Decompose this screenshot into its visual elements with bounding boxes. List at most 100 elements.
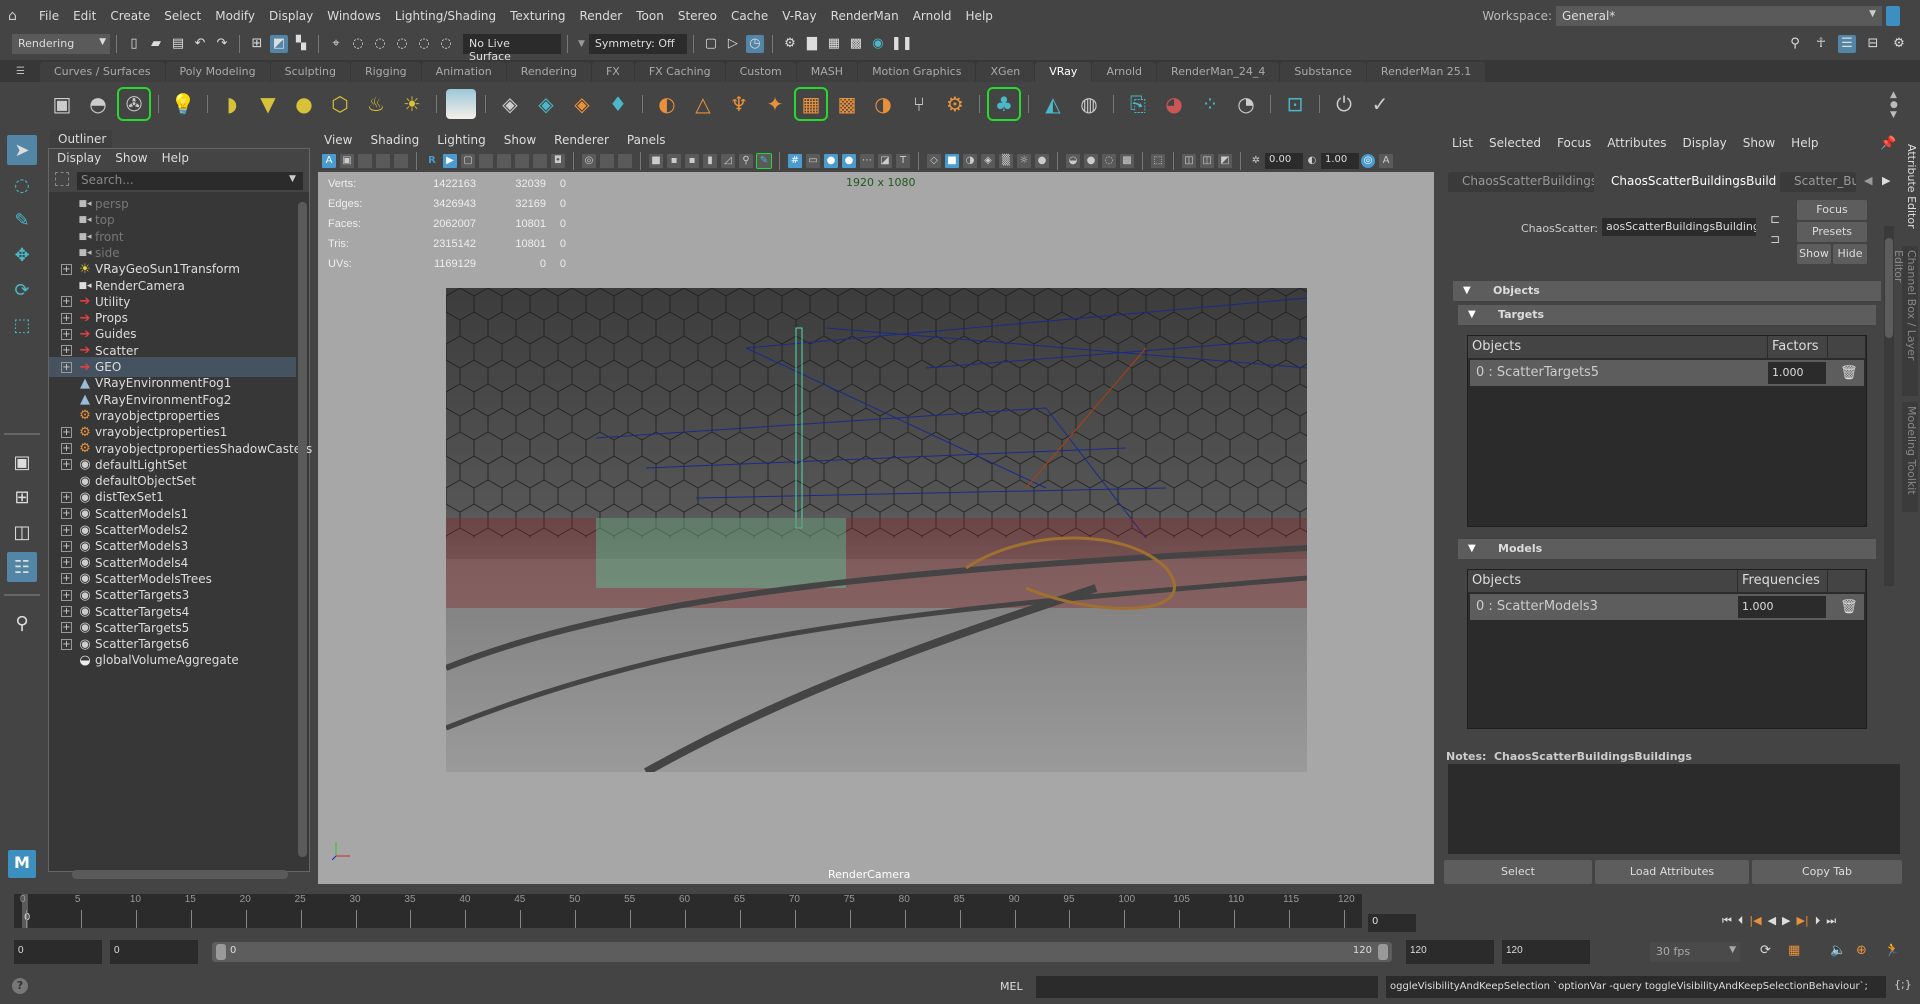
vray-ipr-shelf-icon[interactable]: ✇ (117, 87, 151, 121)
bookmarks-icon[interactable] (358, 154, 372, 168)
node-name-field[interactable]: aosScatterBuildingsBuildings (1602, 218, 1756, 236)
live-surface-field[interactable]: No Live Surface (463, 34, 561, 63)
shelf-tab-curves-surfaces[interactable]: Curves / Surfaces (40, 62, 165, 82)
output-connections-icon[interactable]: ⊐ (1770, 232, 1780, 246)
attribute-editor-icon[interactable]: ☰ (1838, 35, 1856, 53)
xray-mode-icon[interactable]: ◫ (1182, 154, 1196, 168)
paint-select-tool-icon[interactable]: ✎ (7, 205, 37, 235)
animation-start-field[interactable]: 0 (14, 940, 102, 964)
search-input[interactable]: Search... (77, 172, 303, 190)
outliner-menu-help[interactable]: Help (162, 151, 189, 166)
xray-icon[interactable] (479, 154, 493, 168)
key-mode-icon[interactable]: ⊕ (1856, 943, 1867, 958)
shelf-menu-icon[interactable]: ☰ (16, 66, 30, 77)
shelf-tab-vray[interactable]: VRay (1035, 62, 1092, 82)
outliner-menu-show[interactable]: Show (115, 151, 147, 166)
grass-icon[interactable]: ♆ (724, 89, 754, 119)
expand-icon[interactable]: + (61, 459, 72, 471)
menu-renderman[interactable]: RenderMan (824, 9, 906, 23)
proxy-export-icon[interactable]: ◈ (531, 89, 561, 119)
ipr-render-icon[interactable]: ▦ (825, 35, 843, 53)
shelf-tab-poly-modeling[interactable]: Poly Modeling (165, 62, 270, 82)
sun-light-icon[interactable]: ☀ (397, 89, 427, 119)
rotate-tool-icon[interactable]: ⟳ (7, 275, 37, 305)
menu-edit[interactable]: Edit (66, 9, 103, 23)
import-vrscene-icon[interactable]: ⎘ (1123, 89, 1153, 119)
expand-icon[interactable]: + (61, 573, 72, 585)
viewport-menu-panels[interactable]: Panels (627, 133, 666, 147)
snap-curve-icon[interactable]: ◌ (349, 35, 367, 53)
input-ops-icon[interactable]: ▷ (724, 35, 742, 53)
move-tool-icon[interactable]: ✥ (7, 240, 37, 270)
clipper-icon[interactable]: ◑ (868, 89, 898, 119)
command-language-label[interactable]: MEL (1000, 980, 1023, 993)
snap-live-icon[interactable]: ◌ (415, 35, 433, 53)
lock-camera-icon[interactable]: ▪ (667, 154, 681, 168)
isolate-icon[interactable] (600, 154, 614, 168)
ae-menu-focus[interactable]: Focus (1557, 136, 1591, 152)
trash-icon[interactable]: 🗑 (1840, 594, 1858, 620)
default-material-icon[interactable]: ◑ (963, 154, 977, 168)
environment-icon[interactable] (446, 89, 476, 119)
models-section-header[interactable]: ▼ Models (1458, 539, 1876, 559)
ae-menu-list[interactable]: List (1452, 136, 1473, 152)
safe-title-icon[interactable]: T (896, 154, 910, 168)
snap-grid-icon[interactable]: ⌖ (327, 35, 345, 53)
vray-render-icon[interactable]: ◓ (83, 89, 113, 119)
home-icon[interactable]: ⌂ (8, 9, 24, 23)
outliner-layout-icon[interactable]: ☷ (7, 552, 37, 582)
expand-icon[interactable]: + (61, 328, 72, 340)
range-end-handle[interactable] (1378, 944, 1388, 960)
ae-menu-display[interactable]: Display (1683, 136, 1727, 152)
ae-tab[interactable]: Scatter_Buil (1780, 172, 1856, 192)
snapshot-icon[interactable] (533, 154, 547, 168)
command-input[interactable] (1036, 976, 1378, 998)
exposure-field[interactable]: 0.00 (1265, 153, 1303, 169)
dome-light-icon[interactable]: ◗ (217, 89, 247, 119)
expand-icon[interactable]: + (61, 622, 72, 634)
renderer-icon[interactable]: R (425, 154, 439, 168)
lasso-tool-icon[interactable]: ◌ (7, 170, 37, 200)
chevron-down-icon[interactable]: ▼ (289, 174, 296, 184)
isolate-select-icon[interactable]: ⬚ (1151, 154, 1165, 168)
ae-tab[interactable]: ChaosScatterBuildingsBuildings (1597, 172, 1777, 192)
ambient-occlusion-icon[interactable]: ◒ (1066, 154, 1080, 168)
objects-section-header[interactable]: ▼ Objects (1453, 281, 1881, 301)
region-render-icon[interactable]: ⊡ (1280, 89, 1310, 119)
menu-modify[interactable]: Modify (208, 9, 262, 23)
menu-stereo[interactable]: Stereo (671, 9, 724, 23)
scatter-icon[interactable]: ▦ (794, 87, 828, 121)
viewport-menu-lighting[interactable]: Lighting (437, 133, 486, 147)
frequency-field[interactable]: 1.000 (1738, 596, 1826, 618)
time-slider-track[interactable]: 0 0 5 10 15 20 25 30 35 40 45 50 55 60 65 70 75 80 85 90 95… (14, 894, 1362, 928)
sphere-light-icon[interactable]: ● (289, 89, 319, 119)
step-back-frame-icon[interactable]: ⏴ (1738, 914, 1744, 928)
select-button[interactable]: Select (1444, 860, 1592, 884)
expand-icon[interactable]: + (61, 508, 72, 520)
save-scene-icon[interactable]: ▤ (169, 35, 187, 53)
menu-texturing[interactable]: Texturing (503, 9, 572, 23)
channel-box-icon[interactable]: ⚙ (1890, 35, 1908, 53)
menu-cache[interactable]: Cache (724, 9, 775, 23)
menuset-dropdown[interactable]: Rendering ▼ (12, 34, 110, 54)
load-attributes-button[interactable]: Load Attributes (1595, 860, 1749, 884)
search-icon[interactable]: ⚲ (7, 608, 37, 638)
table-row[interactable]: 0 : ScatterModels3 1.000 🗑 (1470, 594, 1864, 620)
film-gate-icon[interactable]: ▭ (806, 154, 820, 168)
expand-icon[interactable]: + (61, 606, 72, 617)
four-view-layout-icon[interactable]: ⊞ (7, 482, 37, 512)
select-hierarchy-icon[interactable]: ⊞ (248, 35, 266, 53)
shelf-tab-rendering[interactable]: Rendering (506, 62, 591, 82)
copy-tab-button[interactable]: Copy Tab (1752, 860, 1902, 884)
vray-nodes-icon[interactable]: ⑂ (904, 89, 934, 119)
menu-arnold[interactable]: Arnold (906, 9, 959, 23)
human-ik-icon[interactable]: ☥ (1812, 35, 1830, 53)
vray-viewport-icon[interactable]: ◎ (582, 154, 596, 168)
outliner-horizontal-scrollbar[interactable] (72, 870, 288, 879)
modeling-toolkit-icon[interactable]: ⚲ (1786, 35, 1804, 53)
workspace-dropdown[interactable]: General* (1556, 6, 1882, 26)
play-backwards-icon[interactable]: ◀ (1768, 914, 1776, 928)
vray-logo-icon[interactable]: ✓ (1365, 89, 1395, 119)
playback-end-field[interactable]: 120 (1406, 940, 1494, 964)
resolution-gate-icon[interactable]: ● (824, 154, 838, 168)
